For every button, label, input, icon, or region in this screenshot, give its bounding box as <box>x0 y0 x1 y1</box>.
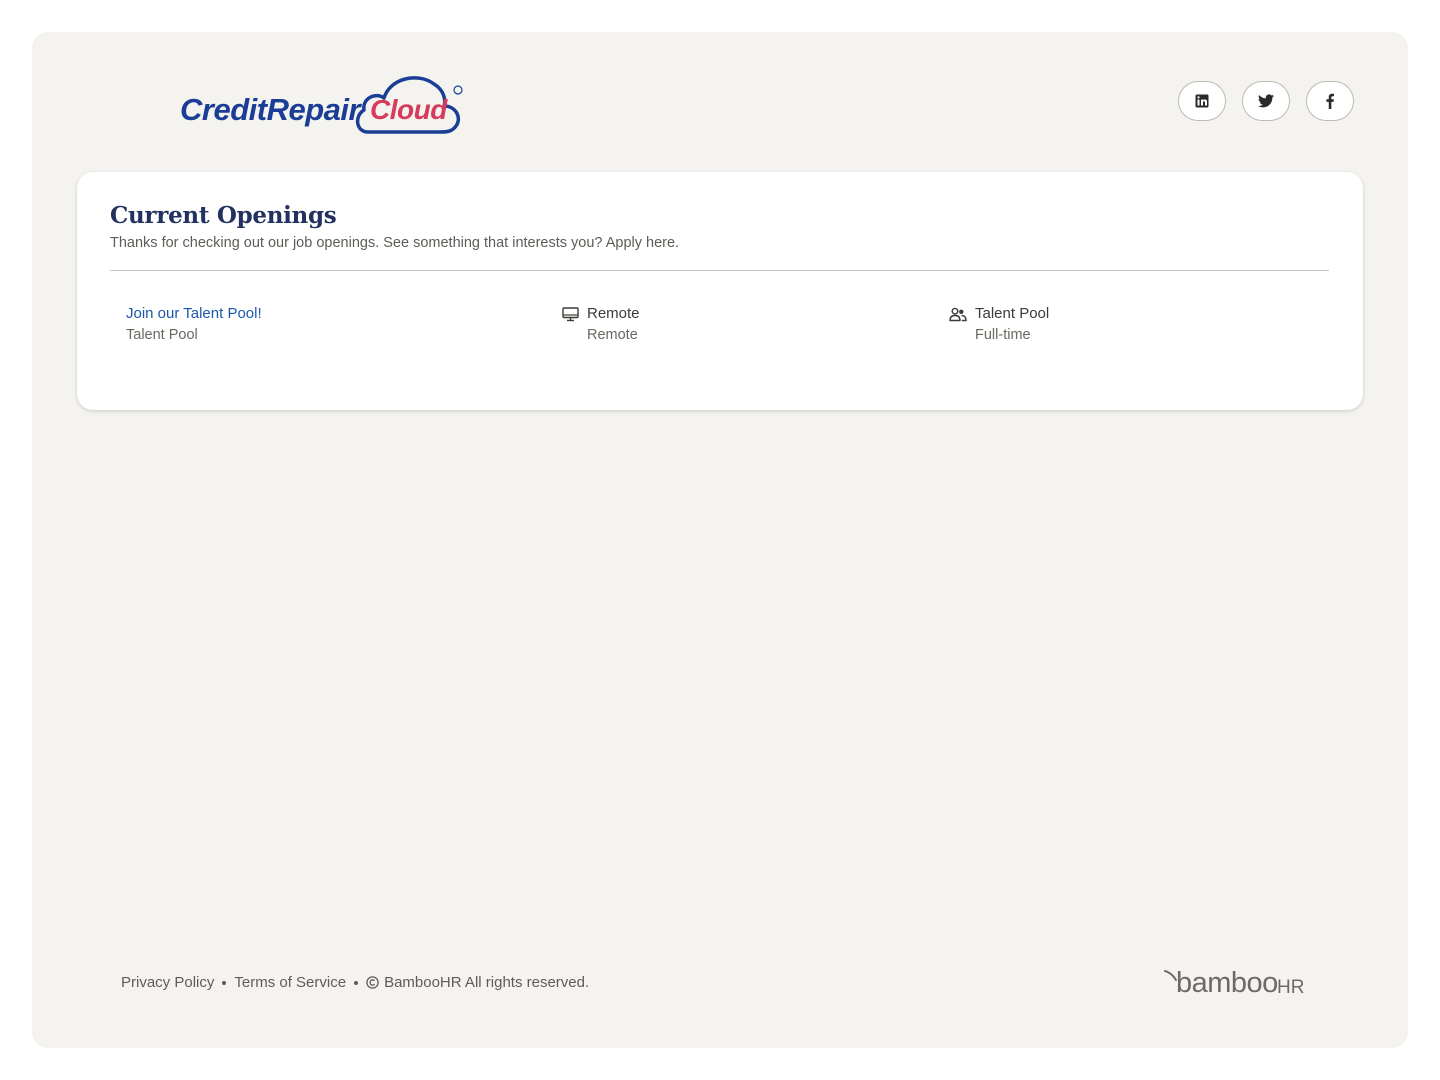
job-location-detail: Remote <box>587 327 638 343</box>
monitor-icon <box>562 307 579 322</box>
company-logo[interactable]: CreditRepair Cloud <box>178 70 468 140</box>
twitter-icon <box>1258 94 1274 108</box>
copyright-text: BambooHR All rights reserved. <box>384 974 590 991</box>
linkedin-button[interactable] <box>1178 81 1226 121</box>
facebook-icon <box>1326 93 1334 109</box>
bamboohr-logo[interactable]: bamboo HR <box>1164 967 1324 1001</box>
twitter-button[interactable] <box>1242 81 1290 121</box>
job-type: Talent Pool <box>975 305 1050 322</box>
copyright-icon <box>366 976 379 989</box>
logo-brand-text: CreditRepair <box>180 92 361 127</box>
terms-of-service-link[interactable]: Terms of Service <box>234 974 346 991</box>
job-title-link[interactable]: Join our Talent Pool! <box>126 305 262 322</box>
footer-separator <box>222 980 227 985</box>
page-title: Current Openings <box>110 202 337 229</box>
divider <box>110 270 1329 271</box>
facebook-button[interactable] <box>1306 81 1354 121</box>
social-links <box>1178 81 1354 121</box>
page-subtitle: Thanks for checking out our job openings… <box>110 235 680 251</box>
people-icon <box>949 307 967 322</box>
page-frame: CreditRepair Cloud Current Openings Than… <box>32 32 1408 1048</box>
footer-separator <box>354 980 359 985</box>
job-employment-type: Full-time <box>975 327 1031 343</box>
openings-card: Current Openings Thanks for checking out… <box>77 172 1363 410</box>
bamboohr-suffix: HR <box>1277 977 1305 998</box>
job-location: Remote <box>587 305 640 322</box>
logo-accent-text: Cloud <box>370 94 447 125</box>
job-department: Talent Pool <box>126 327 198 343</box>
footer: Privacy Policy Terms of Service BambooHR… <box>121 974 589 991</box>
privacy-policy-link[interactable]: Privacy Policy <box>121 974 214 991</box>
linkedin-icon <box>1195 94 1209 108</box>
bamboohr-wordmark: bamboo <box>1176 967 1278 999</box>
